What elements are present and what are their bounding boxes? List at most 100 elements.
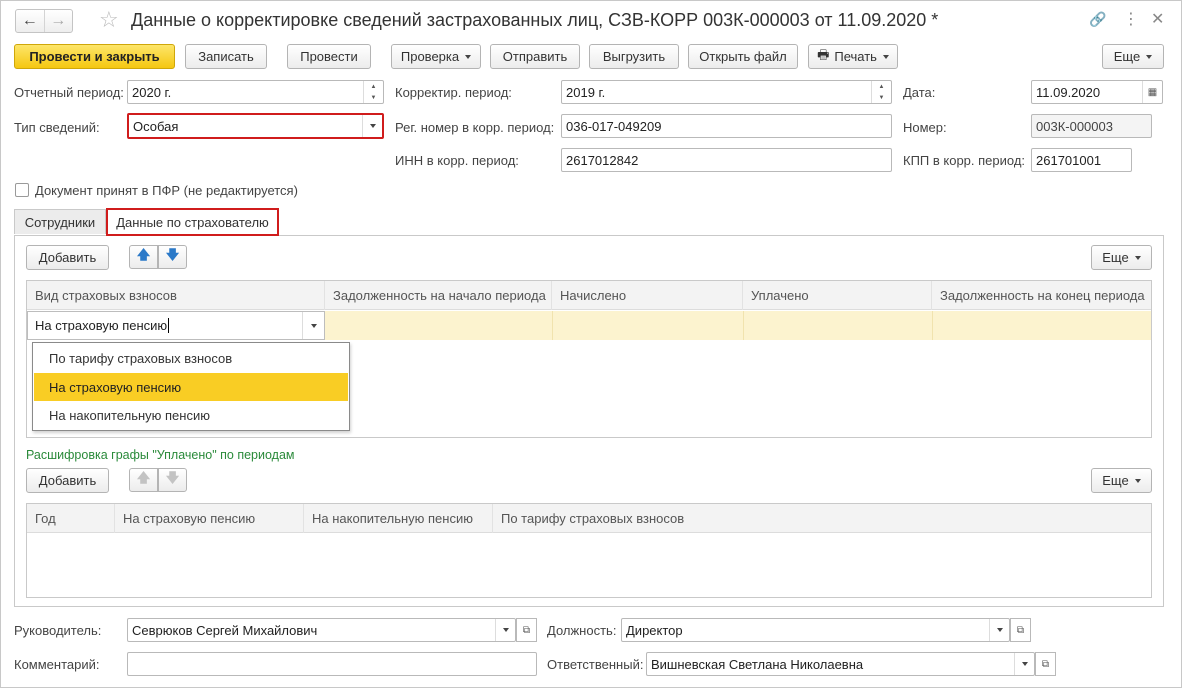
head-label: Руководитель: [14, 623, 102, 638]
inn-field[interactable]: 2617012842 [561, 148, 892, 172]
cell-divider [932, 311, 933, 340]
col-debt-end[interactable]: Задолженность на конец периода [932, 281, 1151, 310]
chevron-down-icon [1134, 255, 1141, 260]
col-contribution-type[interactable]: Вид страховых взносов [27, 281, 325, 310]
table-row[interactable]: На страховую пенсию [27, 311, 1151, 340]
accepted-label: Документ принят в ПФР (не редактируется) [35, 183, 298, 198]
spin-up-icon[interactable]: ▲ [872, 81, 891, 92]
close-icon[interactable]: ✕ [1151, 9, 1164, 29]
move-up-button-disabled[interactable]: 🡅 [129, 468, 158, 492]
table1-more-button[interactable]: Еще [1091, 245, 1152, 270]
back-button[interactable]: ← → [15, 9, 73, 33]
corr-period-field[interactable]: 2019 г. ▲ ▼ [561, 80, 892, 104]
calendar-button[interactable]: ▦ [1142, 81, 1162, 103]
chevron-down-icon [1146, 54, 1153, 59]
window-title: Данные о корректировке сведений застрахо… [131, 10, 939, 30]
col-year[interactable]: Год [27, 504, 115, 533]
add-row-button[interactable]: Добавить [26, 245, 109, 270]
dropdown-option[interactable]: По тарифу страховых взносов [34, 344, 348, 373]
position-field[interactable]: Директор [621, 618, 1010, 642]
paid-breakdown-caption: Расшифровка графы "Уплачено" по периодам [26, 448, 295, 462]
spin-up-icon[interactable]: ▲ [364, 81, 383, 92]
head-field[interactable]: Севрюков Сергей Михайлович [127, 618, 516, 642]
move-down-button-disabled[interactable]: 🡇 [158, 468, 187, 492]
kpp-field[interactable]: 261701001 [1031, 148, 1132, 172]
chevron-down-icon [1021, 662, 1028, 666]
tab-insurer-data-label: Данные по страхователю [116, 214, 269, 230]
position-open-button[interactable]: ⧉ [1010, 618, 1031, 642]
info-type-select[interactable]: Особая [127, 113, 384, 139]
reg-num-field[interactable]: 036-017-049209 [561, 114, 892, 138]
accepted-checkbox[interactable] [15, 183, 29, 197]
table-header: Год На страховую пенсию На накопительную… [27, 504, 1151, 533]
comment-field[interactable] [127, 652, 537, 676]
table-header: Вид страховых взносов Задолженность на н… [27, 281, 1151, 310]
arrow-up-icon: 🡅 [136, 247, 151, 262]
kpp-value: 261701001 [1036, 152, 1102, 168]
arrow-left-icon[interactable]: ← [16, 10, 45, 32]
period-spinner[interactable]: ▲ ▼ [363, 81, 383, 103]
position-dropdown-button[interactable] [989, 619, 1009, 641]
calendar-icon: ▦ [1147, 86, 1158, 98]
row-type-value: На страховую пенсию [35, 318, 168, 333]
number-field[interactable]: 003К-000003 [1031, 114, 1152, 138]
arrow-right-icon[interactable]: → [45, 10, 73, 32]
col-paid[interactable]: Уплачено [743, 281, 932, 310]
printer-icon: 🖶 [817, 46, 830, 62]
more-vert-icon[interactable]: ⋮ [1123, 9, 1139, 29]
col-tariff[interactable]: По тарифу страховых взносов [493, 504, 1151, 533]
move-up-button[interactable]: 🡅 [129, 245, 158, 269]
row-type-editor[interactable]: На страховую пенсию [27, 311, 325, 340]
save-button[interactable]: Записать [185, 44, 267, 69]
check-button[interactable]: Проверка [391, 44, 481, 69]
arrow-down-icon: 🡇 [165, 470, 180, 485]
corr-period-label: Корректир. период: [395, 85, 512, 100]
info-type-label: Тип сведений: [14, 120, 100, 135]
date-field[interactable]: 11.09.2020 ▦ [1031, 80, 1163, 104]
responsible-dropdown-button[interactable] [1014, 653, 1034, 675]
send-button[interactable]: Отправить [490, 44, 580, 69]
chevron-down-icon [465, 54, 472, 59]
reg-num-value: 036-017-049209 [566, 118, 662, 134]
report-period-field[interactable]: 2020 г. ▲ ▼ [127, 80, 384, 104]
paid-breakdown-table: Год На страховую пенсию На накопительную… [26, 503, 1152, 598]
print-label: Печать [834, 49, 877, 64]
responsible-open-button[interactable]: ⧉ [1035, 652, 1056, 676]
row-type-dropdown-button[interactable] [302, 312, 324, 339]
col-accrued[interactable]: Начислено [552, 281, 743, 310]
table1-more-label: Еще [1102, 250, 1129, 265]
post-button[interactable]: Провести [287, 44, 371, 69]
upload-button[interactable]: Выгрузить [589, 44, 679, 69]
open-file-button[interactable]: Открыть файл [688, 44, 798, 69]
col-debt-start[interactable]: Задолженность на начало периода [325, 281, 552, 310]
tab-insurer-data[interactable]: Данные по страхователю [106, 208, 279, 236]
spin-down-icon[interactable]: ▼ [364, 92, 383, 103]
open-window-icon: ⧉ [1041, 658, 1050, 670]
print-button[interactable]: 🖶 Печать [808, 44, 898, 69]
link-icon[interactable]: 🔗 [1089, 11, 1106, 28]
col-insurance-pension[interactable]: На страховую пенсию [115, 504, 304, 533]
position-label: Должность: [547, 623, 617, 638]
move-down-button[interactable]: 🡇 [158, 245, 187, 269]
chevron-down-icon [996, 628, 1003, 632]
col-funded-pension[interactable]: На накопительную пенсию [304, 504, 493, 533]
head-dropdown-button[interactable] [495, 619, 515, 641]
more-button[interactable]: Еще [1102, 44, 1164, 69]
responsible-field[interactable]: Вишневская Светлана Николаевна [646, 652, 1035, 676]
post-and-close-button[interactable]: Провести и закрыть [14, 44, 175, 69]
info-type-dropdown-button[interactable] [362, 115, 382, 137]
open-window-icon: ⧉ [522, 624, 531, 636]
favorite-star-icon[interactable]: ☆ [99, 7, 119, 33]
position-value: Директор [626, 622, 683, 638]
table2-more-label: Еще [1102, 473, 1129, 488]
arrow-down-icon: 🡇 [165, 247, 180, 262]
comment-label: Комментарий: [14, 657, 100, 672]
add-period-button[interactable]: Добавить [26, 468, 109, 493]
spin-down-icon[interactable]: ▼ [872, 92, 891, 103]
head-open-button[interactable]: ⧉ [516, 618, 537, 642]
dropdown-option-selected[interactable]: На страховую пенсию [34, 373, 348, 401]
tab-employees[interactable]: Сотрудники [14, 209, 106, 234]
table2-more-button[interactable]: Еще [1091, 468, 1152, 493]
dropdown-option[interactable]: На накопительную пенсию [34, 401, 348, 430]
corr-period-spinner[interactable]: ▲ ▼ [871, 81, 891, 103]
